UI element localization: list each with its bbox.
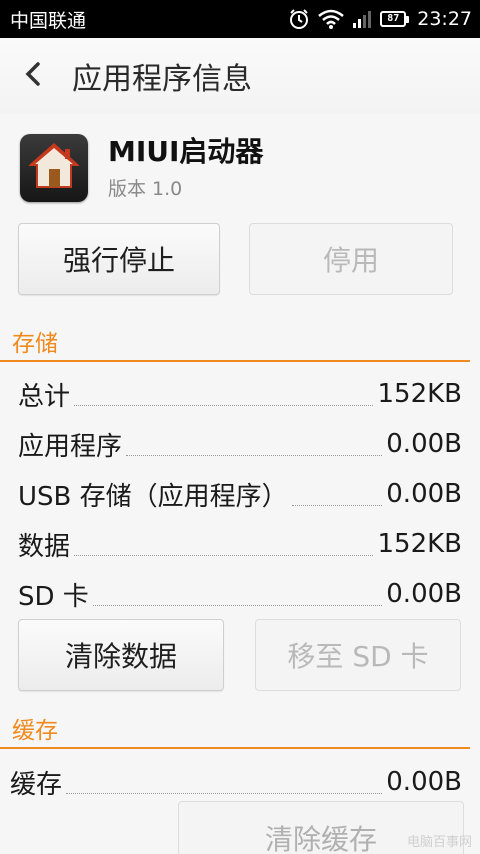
row-value: 152KB: [377, 379, 462, 409]
wifi-icon: [318, 9, 345, 29]
storage-row-data: 数据 152KB: [18, 519, 462, 569]
status-icons: 87 23:27: [288, 8, 472, 30]
watermark: 电脑百事网: [406, 835, 472, 850]
title-bar: 应用程序信息: [0, 38, 480, 114]
cache-row: 缓存 0.00B: [10, 757, 462, 807]
row-label: 应用程序: [18, 431, 123, 462]
storage-row-total: 总计 152KB: [18, 369, 462, 419]
chevron-left-icon: [24, 61, 42, 91]
battery-level: 87: [380, 11, 407, 27]
row-label: 数据: [18, 531, 71, 562]
row-label: 总计: [18, 381, 71, 412]
app-meta: MIUI启动器 版本 1.0: [108, 134, 263, 201]
carrier-label: 中国联通: [10, 9, 87, 32]
battery-icon: 87: [380, 11, 410, 27]
row-value: 0.00B: [386, 479, 462, 509]
alarm-icon: [288, 8, 310, 30]
signal-icon: [352, 9, 372, 29]
page-title: 应用程序信息: [72, 62, 252, 97]
clock: 23:27: [417, 8, 472, 30]
app-name: MIUI启动器: [108, 135, 264, 168]
storage-row-app: 应用程序 0.00B: [18, 419, 462, 469]
row-label: 缓存: [10, 769, 63, 800]
row-value: 0.00B: [386, 429, 462, 459]
cache-section-header: 缓存: [0, 709, 470, 749]
storage-row-usb: USB 存储（应用程序） 0.00B: [18, 469, 462, 519]
row-value: 0.00B: [386, 579, 462, 609]
storage-section-header: 存储: [0, 322, 470, 362]
disable-button[interactable]: 停用: [249, 223, 453, 295]
app-header: MIUI启动器 版本 1.0: [20, 134, 263, 202]
clear-data-button[interactable]: 清除数据: [18, 619, 224, 691]
app-version: 版本 1.0: [108, 178, 183, 200]
force-stop-button[interactable]: 强行停止: [18, 223, 220, 295]
row-label: SD 卡: [18, 581, 89, 612]
row-value: 152KB: [377, 529, 462, 559]
launcher-app-icon: [20, 134, 88, 202]
storage-row-sd: SD 卡 0.00B: [18, 569, 462, 619]
move-to-sd-button[interactable]: 移至 SD 卡: [255, 619, 461, 691]
status-bar: 中国联通 87 23:27: [0, 0, 480, 38]
house-icon: [27, 141, 81, 195]
back-button[interactable]: [0, 38, 66, 114]
row-value: 0.00B: [386, 767, 462, 797]
row-label: USB 存储（应用程序）: [18, 481, 288, 512]
